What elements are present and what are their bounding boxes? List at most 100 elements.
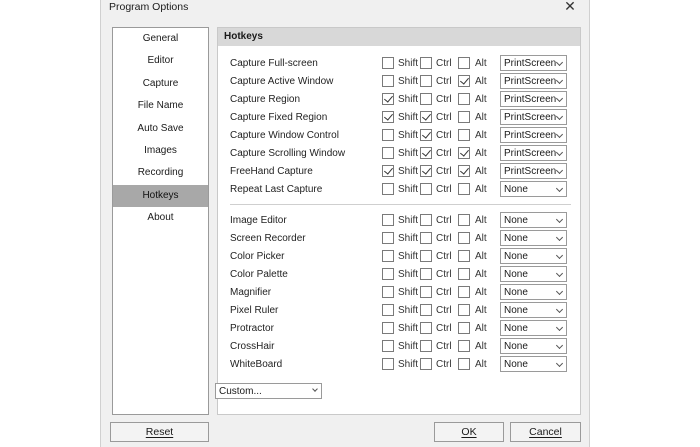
custom-dropdown[interactable]: Custom... [215,383,322,399]
key-select[interactable]: PrintScreen [500,55,567,71]
key-select[interactable]: None [500,320,567,336]
shift-checkbox[interactable] [382,165,394,177]
sidebar-item-images[interactable]: Images [113,140,208,162]
ctrl-checkbox[interactable] [420,111,432,123]
shift-checkbox[interactable] [382,75,394,87]
shift-checkbox[interactable] [382,147,394,159]
sidebar-item-file-name[interactable]: File Name [113,95,208,117]
ctrl-label: Ctrl [436,112,452,123]
alt-checkbox[interactable] [458,165,470,177]
hotkey-row-freehand-capture: FreeHand Capture Shift Ctrl Alt PrintScreen [218,163,580,181]
alt-checkbox[interactable] [458,304,470,316]
alt-checkbox[interactable] [458,340,470,352]
shift-checkbox[interactable] [382,232,394,244]
shift-checkbox[interactable] [382,304,394,316]
alt-checkbox[interactable] [458,232,470,244]
key-select[interactable]: None [500,338,567,354]
sidebar-item-capture[interactable]: Capture [113,73,208,95]
shift-label: Shift [398,251,419,262]
window-title: Program Options [109,1,189,13]
cancel-button[interactable]: Cancel [510,422,581,442]
chevron-down-icon [555,341,564,350]
shift-checkbox[interactable] [382,286,394,298]
shift-checkbox[interactable] [382,322,394,334]
key-select-value: PrintScreen [504,58,557,69]
key-select[interactable]: None [500,230,567,246]
ctrl-checkbox[interactable] [420,322,432,334]
alt-checkbox[interactable] [458,183,470,195]
hotkey-row-image-editor: Image Editor Shift Ctrl Alt None [218,212,580,230]
alt-checkbox[interactable] [458,214,470,226]
shift-label: Shift [398,341,419,352]
alt-checkbox[interactable] [458,111,470,123]
ctrl-checkbox[interactable] [420,129,432,141]
shift-label: Shift [398,148,419,159]
ctrl-label: Ctrl [436,251,452,262]
sidebar-item-auto-save[interactable]: Auto Save [113,118,208,140]
key-select-value: PrintScreen [504,112,557,123]
sidebar-item-recording[interactable]: Recording [113,162,208,184]
hotkey-label: Capture Fixed Region [230,112,328,123]
shift-label: Shift [398,166,419,177]
ctrl-checkbox[interactable] [420,250,432,262]
reset-button[interactable]: Reset [110,422,209,442]
ctrl-checkbox[interactable] [420,268,432,280]
sidebar-item-general[interactable]: General [113,28,208,50]
shift-checkbox[interactable] [382,214,394,226]
alt-checkbox[interactable] [458,322,470,334]
alt-checkbox[interactable] [458,93,470,105]
ctrl-checkbox[interactable] [420,304,432,316]
ctrl-checkbox[interactable] [420,358,432,370]
chevron-down-icon [555,287,564,296]
shift-checkbox[interactable] [382,129,394,141]
ctrl-checkbox[interactable] [420,93,432,105]
key-select[interactable]: PrintScreen [500,73,567,89]
hotkey-row-capture-active-window: Capture Active Window Shift Ctrl Alt PrintSc… [218,73,580,91]
key-select[interactable]: None [500,181,567,197]
ctrl-checkbox[interactable] [420,147,432,159]
key-select[interactable]: PrintScreen [500,109,567,125]
shift-checkbox[interactable] [382,250,394,262]
shift-checkbox[interactable] [382,111,394,123]
ctrl-checkbox[interactable] [420,165,432,177]
key-select[interactable]: PrintScreen [500,127,567,143]
ctrl-checkbox[interactable] [420,183,432,195]
ctrl-label: Ctrl [436,287,452,298]
key-select[interactable]: PrintScreen [500,163,567,179]
alt-checkbox[interactable] [458,250,470,262]
shift-checkbox[interactable] [382,340,394,352]
key-select[interactable]: None [500,248,567,264]
key-select[interactable]: None [500,266,567,282]
sidebar-item-about[interactable]: About [113,207,208,229]
close-icon[interactable]: ✕ [563,0,577,13]
ctrl-checkbox[interactable] [420,232,432,244]
key-select[interactable]: None [500,284,567,300]
alt-checkbox[interactable] [458,57,470,69]
shift-checkbox[interactable] [382,183,394,195]
key-select[interactable]: None [500,212,567,228]
key-select[interactable]: PrintScreen [500,145,567,161]
shift-checkbox[interactable] [382,93,394,105]
ctrl-label: Ctrl [436,148,452,159]
alt-checkbox[interactable] [458,358,470,370]
alt-checkbox[interactable] [458,286,470,298]
alt-label: Alt [475,323,487,334]
ctrl-checkbox[interactable] [420,286,432,298]
alt-checkbox[interactable] [458,75,470,87]
alt-checkbox[interactable] [458,268,470,280]
alt-checkbox[interactable] [458,147,470,159]
alt-checkbox[interactable] [458,129,470,141]
ctrl-checkbox[interactable] [420,340,432,352]
ctrl-checkbox[interactable] [420,75,432,87]
shift-checkbox[interactable] [382,57,394,69]
ctrl-checkbox[interactable] [420,214,432,226]
sidebar-item-editor[interactable]: Editor [113,50,208,72]
key-select[interactable]: None [500,302,567,318]
shift-checkbox[interactable] [382,358,394,370]
shift-checkbox[interactable] [382,268,394,280]
key-select[interactable]: PrintScreen [500,91,567,107]
ctrl-checkbox[interactable] [420,57,432,69]
key-select[interactable]: None [500,356,567,372]
ok-button[interactable]: OK [434,422,504,442]
sidebar-item-hotkeys[interactable]: Hotkeys [113,184,208,208]
